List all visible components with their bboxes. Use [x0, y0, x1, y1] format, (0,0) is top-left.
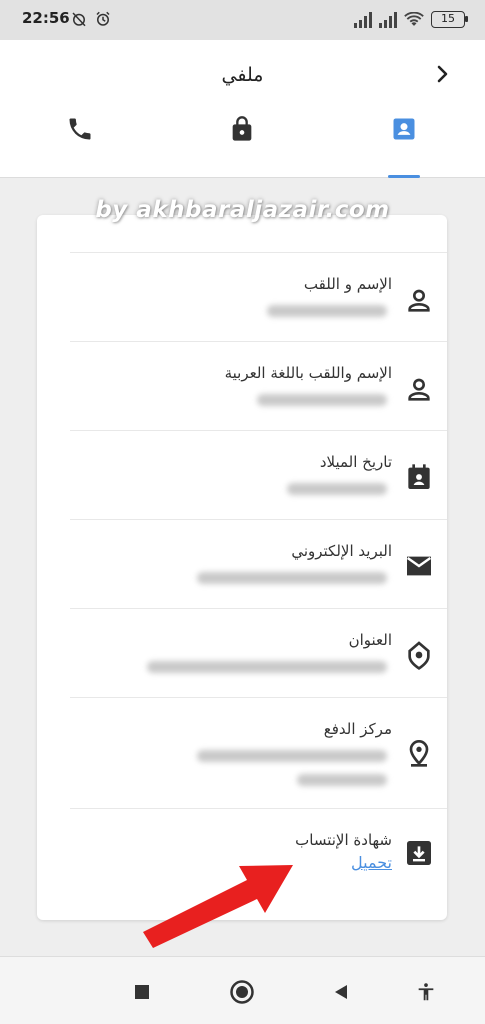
redacted-value — [197, 750, 387, 762]
mail-icon — [406, 556, 432, 576]
chevron-right-icon[interactable] — [431, 62, 455, 86]
back-button[interactable] — [326, 977, 356, 1007]
system-nav-bar — [0, 956, 485, 1024]
status-time: 22:56 — [22, 9, 70, 27]
profile-row-full-name: الإسم و اللقب — [70, 252, 447, 341]
alarm-clock-icon — [96, 11, 110, 26]
calendar-contact-icon — [408, 464, 430, 489]
redacted-value — [257, 394, 387, 406]
back-triangle-icon — [335, 985, 347, 999]
wifi-icon — [404, 11, 424, 26]
profile-row-affiliation-certificate: شهادة الإنتساب تحميل — [70, 808, 447, 898]
signal-icon — [379, 11, 397, 28]
row-label: الإسم و اللقب — [303, 275, 392, 293]
lock-icon — [232, 116, 252, 141]
no-alarm-icon — [72, 12, 86, 27]
tab-security[interactable] — [212, 110, 272, 178]
download-icon[interactable] — [403, 837, 435, 869]
active-tab-indicator — [388, 175, 420, 178]
redacted-value — [147, 661, 387, 673]
phone-icon — [69, 118, 91, 140]
profile-row-email: البريد الإلكتروني — [70, 519, 447, 608]
home-circle-icon — [230, 980, 254, 1004]
profile-row-address: العنوان — [70, 608, 447, 697]
page-title: ملفي — [221, 64, 264, 86]
contact-card-icon — [393, 118, 415, 140]
redacted-value — [297, 774, 387, 786]
person-outline-icon — [408, 378, 430, 401]
profile-row-payment-center: مركز الدفع — [70, 697, 447, 808]
tab-phone[interactable] — [50, 110, 110, 178]
home-button[interactable] — [227, 977, 257, 1007]
accessibility-button[interactable] — [411, 977, 441, 1007]
watermark: by akhbaraljazair.com — [95, 197, 390, 223]
row-label: شهادة الإنتساب — [295, 831, 392, 849]
row-label: البريد الإلكتروني — [291, 542, 392, 560]
redacted-value — [287, 483, 387, 495]
tab-profile[interactable] — [374, 110, 434, 178]
redacted-value — [197, 572, 387, 584]
recents-button[interactable] — [127, 977, 157, 1007]
row-label: مركز الدفع — [323, 720, 392, 738]
profile-card: الإسم و اللقب الإسم واللقب باللغة العربي… — [37, 215, 447, 920]
signal-icon — [354, 11, 372, 28]
row-label: تاريخ الميلاد — [319, 453, 392, 471]
home-location-icon — [408, 641, 430, 670]
accessibility-icon — [418, 983, 434, 1001]
battery-icon: 15 — [431, 11, 468, 28]
person-outline-icon — [408, 289, 430, 312]
row-label: الإسم واللقب باللغة العربية — [224, 364, 392, 382]
profile-row-birth-date: تاريخ الميلاد — [70, 430, 447, 519]
location-pin-icon — [409, 739, 429, 767]
status-bar: 22:56 15 — [0, 0, 485, 40]
row-label: العنوان — [348, 631, 392, 649]
profile-row-arabic-name: الإسم واللقب باللغة العربية — [70, 341, 447, 430]
stop-square-icon — [135, 985, 149, 999]
download-link[interactable]: تحميل — [351, 853, 392, 872]
app-header: ملفي — [0, 40, 485, 178]
redacted-value — [267, 305, 387, 317]
